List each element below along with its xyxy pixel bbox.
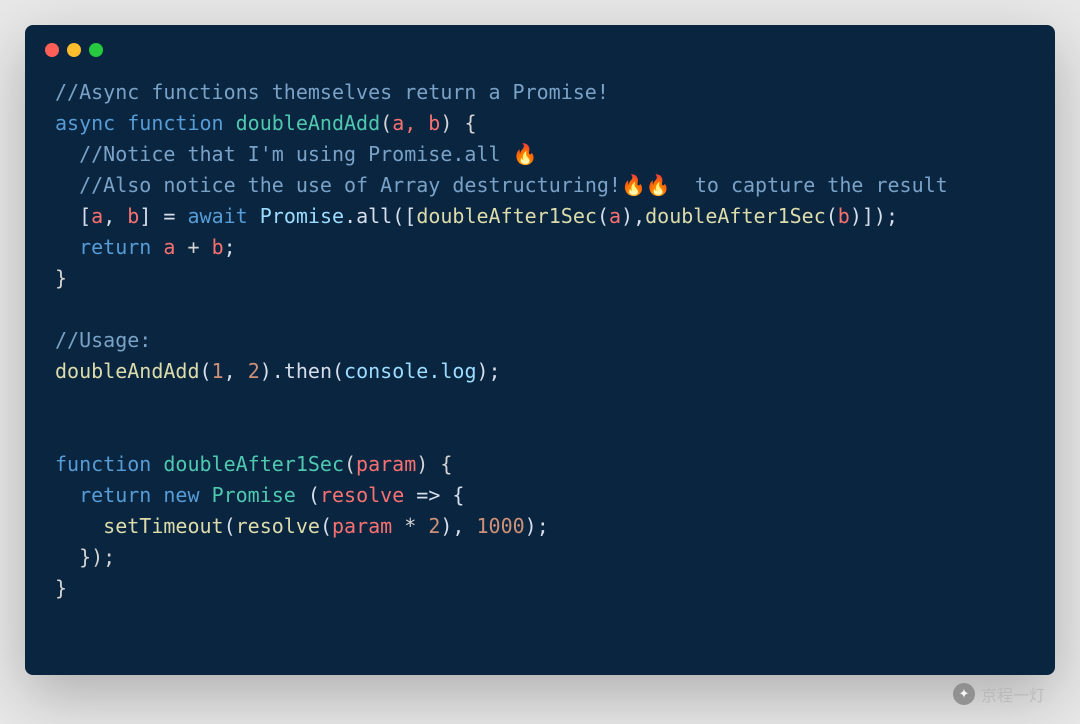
code-block: //Async functions themselves return a Pr…: [25, 67, 1055, 634]
code-window: //Async functions themselves return a Pr…: [25, 25, 1055, 675]
close-icon: [45, 43, 59, 57]
watermark-text: 京程一灯: [981, 682, 1045, 706]
titlebar: [25, 25, 1055, 67]
maximize-icon: [89, 43, 103, 57]
minimize-icon: [67, 43, 81, 57]
wechat-icon: ✦: [953, 683, 975, 705]
watermark: ✦ 京程一灯: [953, 682, 1045, 706]
